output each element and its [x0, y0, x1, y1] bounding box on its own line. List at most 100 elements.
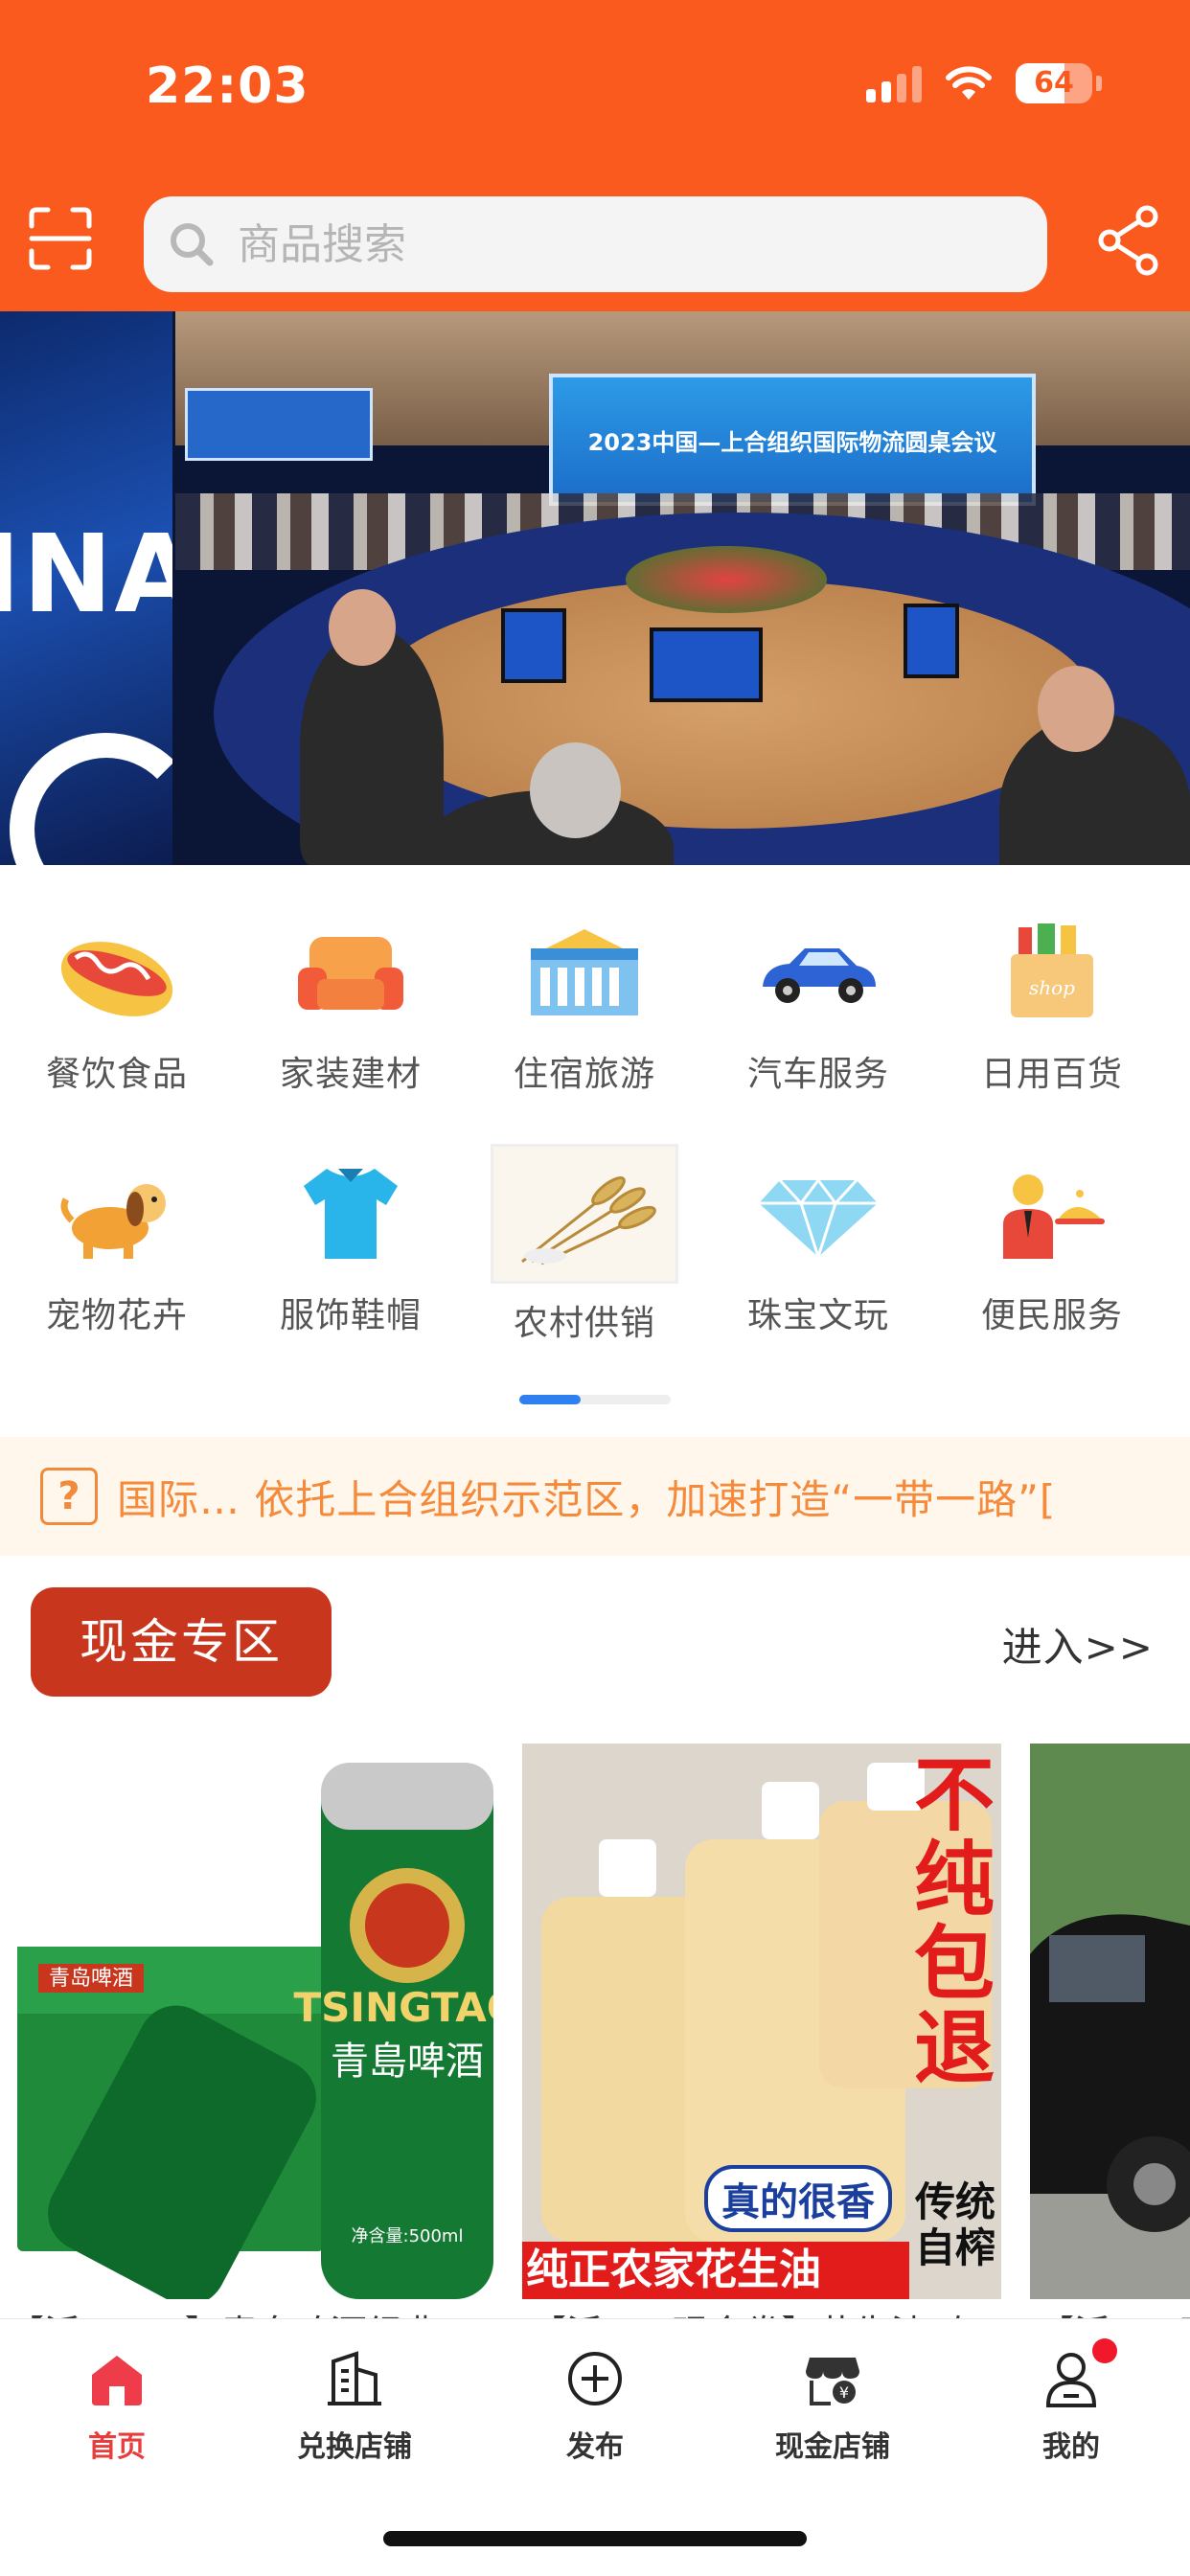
- tab-label: 兑换店铺: [297, 2430, 412, 2464]
- category-label: 珠宝文玩: [746, 1296, 889, 1335]
- banner-delegate-head: [530, 742, 621, 838]
- product-overlay-text: 不 纯 包 退: [911, 1753, 997, 2090]
- banner-delegate-head: [1038, 666, 1114, 752]
- tshirt-icon: [279, 1151, 423, 1276]
- svg-text:¥: ¥: [839, 2383, 849, 2402]
- product-image: [1030, 1744, 1190, 2299]
- status-icons: 64: [866, 59, 1102, 107]
- tab-cash-store[interactable]: ¥ 现金店铺: [737, 2348, 928, 2465]
- product-title: 【活 0011】青岛啤酒经典: [8, 2304, 440, 2318]
- home-icon: [92, 2356, 142, 2405]
- home-indicator: [383, 2531, 807, 2546]
- banner-conference-screen: 2023中国—上合组织国际物流圆桌会议: [549, 374, 1036, 506]
- tab-exchange-store[interactable]: 兑换店铺: [259, 2348, 450, 2465]
- overlay-char: 纯: [913, 1833, 995, 1926]
- category-label: 服饰鞋帽: [279, 1296, 422, 1335]
- wifi-icon: [946, 66, 992, 100]
- category-pagination: [519, 1395, 671, 1404]
- user-icon: [1045, 2353, 1097, 2407]
- svg-text:青岛啤酒: 青岛啤酒: [49, 1967, 133, 1991]
- store-icon: ¥: [806, 2358, 859, 2405]
- banner-monitor: [501, 608, 566, 683]
- svg-text:青島啤酒: 青島啤酒: [331, 2040, 484, 2084]
- banner-carousel[interactable]: INA 2023中国—上合组织国际物流圆桌会议: [0, 311, 1190, 865]
- banner-carpet: [367, 580, 1095, 829]
- category-item[interactable]: 宠物花卉: [0, 1151, 234, 1337]
- product-banner-text: 纯正农家花生油: [522, 2242, 909, 2299]
- car-icon: [746, 910, 890, 1035]
- banner-flowers: [626, 546, 827, 613]
- product-image: 青岛啤酒 TSINGTAO 青島啤酒 净含量:500ml: [0, 1744, 493, 2306]
- hotel-icon: [513, 910, 656, 1035]
- shopping-bag-icon: shop: [980, 910, 1124, 1035]
- category-item[interactable]: 汽车服务: [701, 910, 935, 1096]
- overlay-char: 包: [913, 1917, 995, 2011]
- category-item[interactable]: shop 日用百货: [935, 910, 1169, 1096]
- overlay-char: 退: [913, 2001, 995, 2095]
- product-badge: 真的很香: [704, 2165, 892, 2232]
- category-item[interactable]: 餐饮食品: [0, 910, 234, 1096]
- category-label: 汽车服务: [746, 1055, 889, 1094]
- question-icon: ?: [40, 1468, 98, 1525]
- battery-level: 64: [1034, 66, 1074, 100]
- waiter-icon: [980, 1151, 1124, 1276]
- banner-prev-slide[interactable]: INA: [0, 311, 172, 865]
- banner-delegate-head: [329, 589, 396, 666]
- category-item[interactable]: 珠宝文玩: [701, 1151, 935, 1337]
- notification-badge: [1092, 2338, 1117, 2363]
- product-card[interactable]: 青岛啤酒 TSINGTAO 青島啤酒 净含量:500ml 【活 0011】青岛啤…: [0, 1744, 493, 2318]
- category-item[interactable]: 服饰鞋帽: [234, 1151, 468, 1337]
- product-carousel[interactable]: 青岛啤酒 TSINGTAO 青島啤酒 净含量:500ml 【活 0011】青岛啤…: [0, 1744, 1190, 2318]
- category-label: 家装建材: [279, 1055, 422, 1094]
- tab-home[interactable]: 首页: [21, 2348, 213, 2465]
- product-title: 【活 00 现: [1038, 2304, 1190, 2318]
- hotdog-icon: [45, 910, 189, 1035]
- category-label: 日用百货: [980, 1055, 1123, 1094]
- tab-publish[interactable]: 发布: [499, 2348, 691, 2465]
- product-title: 【活 00 现金券】花生油 农: [530, 2304, 975, 2318]
- banner-current-slide[interactable]: 2023中国—上合组织国际物流圆桌会议: [175, 311, 1190, 865]
- tab-label: 发布: [566, 2430, 624, 2464]
- tab-label: 现金店铺: [775, 2430, 890, 2464]
- tab-mine[interactable]: 我的: [975, 2338, 1167, 2465]
- category-label: 农村供销: [513, 1304, 655, 1343]
- battery-icon: 64: [1016, 63, 1092, 103]
- battery-tip: [1096, 76, 1102, 91]
- tab-label: 首页: [88, 2430, 146, 2464]
- sofa-icon: [279, 910, 423, 1035]
- category-item[interactable]: 家装建材: [234, 910, 468, 1096]
- overlay-char: 不: [913, 1748, 995, 1842]
- plus-circle-icon: [568, 2352, 622, 2405]
- tab-label: 我的: [1042, 2430, 1100, 2464]
- svg-text:净含量:500ml: 净含量:500ml: [352, 2226, 464, 2246]
- share-icon[interactable]: [1097, 205, 1160, 276]
- category-item[interactable]: 农村供销: [468, 1144, 701, 1345]
- notice-text: 国际… 依托上合组织示范区，加速打造“一带一路”[: [117, 1475, 1057, 1523]
- banner-monitor: [650, 627, 763, 702]
- category-label: 餐饮食品: [45, 1055, 188, 1094]
- cash-zone-enter-link[interactable]: 进入>>: [1002, 1615, 1154, 1674]
- product-card[interactable]: 【活 00 现: [1030, 1744, 1190, 2318]
- dog-icon: [45, 1151, 189, 1276]
- category-item[interactable]: 住宿旅游: [468, 910, 701, 1096]
- banner-logo-shape: [10, 733, 172, 865]
- product-image: 不 纯 包 退 真的很香 传统自榨 纯正农家花生油: [522, 1744, 1001, 2299]
- top-header: 22:03 64: [0, 0, 1190, 311]
- banner-monitor: [904, 604, 959, 678]
- wheat-icon: [491, 1144, 678, 1284]
- product-card[interactable]: 不 纯 包 退 真的很香 传统自榨 纯正农家花生油 【活 00 现金券】花生油 …: [522, 1744, 1001, 2318]
- banner-side-screen: [185, 388, 373, 461]
- svg-text:TSINGTAO: TSINGTAO: [293, 1984, 493, 2031]
- search-input[interactable]: [236, 218, 968, 270]
- scan-icon[interactable]: [29, 207, 92, 270]
- notice-bar[interactable]: ? 国际… 依托上合组织示范区，加速打造“一带一路”[: [0, 1437, 1190, 1556]
- search-icon: [171, 223, 214, 266]
- svg-text:shop: shop: [1029, 976, 1075, 999]
- cash-zone-title: 现金专区: [31, 1587, 332, 1697]
- product-side-text: 传统自榨: [915, 2178, 996, 2271]
- category-label: 便民服务: [980, 1296, 1123, 1335]
- category-item[interactable]: 便民服务: [935, 1151, 1169, 1337]
- search-bar[interactable]: [144, 196, 1047, 292]
- diamond-icon: [746, 1151, 890, 1276]
- banner-prev-text: INA: [0, 513, 172, 637]
